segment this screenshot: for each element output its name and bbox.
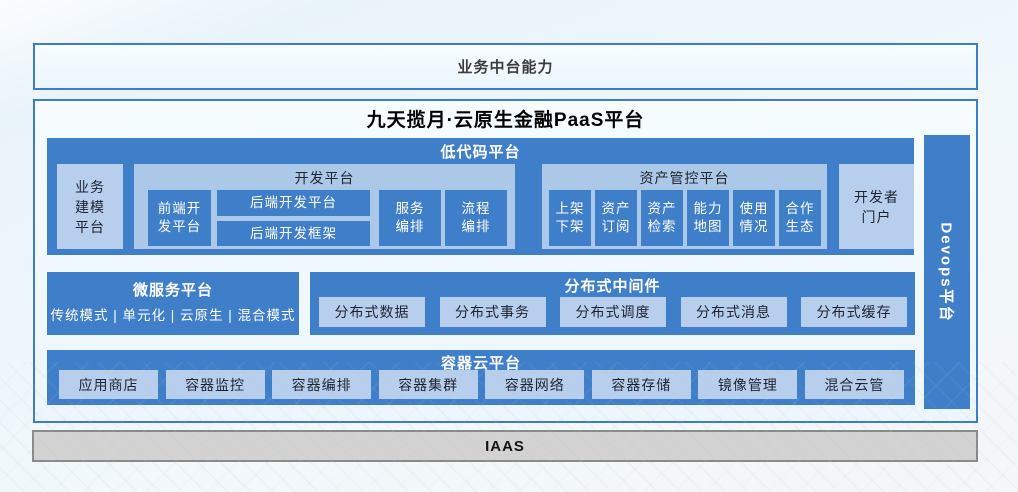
asset-onoff-shelf-box: 上架 下架 [549,190,591,246]
frontend-dev-line: 发平台 [158,218,202,236]
hybrid-cloud-mgmt-box: 混合云管 [805,370,904,399]
asset-subscription-box: 资产 订阅 [595,190,637,246]
lowcode-content-row: 业务 建模 平台 开发平台 前端开 发平台 后端开发平台 [47,164,914,250]
capability-map-box: 能力 地图 [687,190,729,246]
developer-portal-line: 开发者 [854,187,899,207]
backend-dev-framework-label: 后端开发框架 [250,225,337,243]
process-orchestration-box: 流程 编排 [445,190,507,246]
distributed-scheduling-box: 分布式调度 [560,297,666,327]
service-orch-line: 编排 [396,218,425,236]
lowcode-platform-title: 低代码平台 [47,141,914,162]
business-midplatform-banner: 业务中台能力 [33,43,978,90]
image-management-box: 镜像管理 [698,370,797,399]
developer-portal-box: 开发者 门户 [839,164,914,249]
iaas-bar: IAAS [32,430,978,462]
cooperation-ecosystem-box: 合作 生态 [779,190,821,246]
frontend-dev-platform-box: 前端开 发平台 [148,190,211,246]
devops-platform-label: Devops平台 [937,222,958,322]
backend-dev-framework-box: 后端开发框架 [217,221,370,246]
asset-control-title: 资产管控平台 [542,164,827,188]
asset-item-line: 情况 [740,218,769,236]
asset-item-line: 订阅 [602,218,631,236]
business-modeling-line: 平台 [75,217,105,237]
container-orchestration-box: 容器编排 [272,370,371,399]
microservice-platform-box: 微服务平台 传统模式 | 单元化 | 云原生 | 混合模式 [47,272,299,335]
asset-search-box: 资产 检索 [641,190,683,246]
process-orch-line: 流程 [462,200,491,218]
container-monitoring-box: 容器监控 [166,370,265,399]
container-cloud-buttons: 应用商店 容器监控 容器编排 容器集群 容器网络 容器存储 镜像管理 混合云管 [59,370,904,399]
asset-item-line: 下架 [556,218,585,236]
usage-status-box: 使用 情况 [733,190,775,246]
business-modeling-platform-box: 业务 建模 平台 [57,164,123,249]
asset-item-line: 上架 [556,200,585,218]
service-orchestration-box: 服务 编排 [379,190,441,246]
lowcode-platform-box: 低代码平台 业务 建模 平台 开发平台 前端开 发平台 后端开发 [47,138,914,255]
platform-title: 九天揽月·云原生金融PaaS平台 [35,105,976,132]
backend-dev-platform-box: 后端开发平台 [217,190,370,216]
asset-item-line: 合作 [786,200,815,218]
backend-dev-platform-label: 后端开发平台 [250,194,337,212]
frontend-dev-line: 前端开 [158,200,202,218]
dev-platform-panel: 开发平台 前端开 发平台 后端开发平台 后端开发框架 服 [134,164,515,249]
container-network-box: 容器网络 [485,370,584,399]
asset-item-line: 资产 [648,200,677,218]
asset-item-line: 资产 [602,200,631,218]
distributed-middleware-title: 分布式中间件 [310,275,915,296]
process-orch-line: 编排 [462,218,491,236]
architecture-diagram: 业务中台能力 九天揽月·云原生金融PaaS平台 低代码平台 业务 建模 平台 开… [0,0,1018,492]
asset-item-line: 生态 [786,218,815,236]
distributed-message-box: 分布式消息 [681,297,787,327]
distributed-middleware-box: 分布式中间件 分布式数据 分布式事务 分布式调度 分布式消息 分布式缓存 [310,272,915,335]
developer-portal-line: 门户 [862,207,892,227]
app-store-box: 应用商店 [59,370,158,399]
business-midplatform-label: 业务中台能力 [457,56,553,77]
devops-platform-bar: Devops平台 [924,135,970,409]
container-cluster-box: 容器集群 [379,370,478,399]
asset-item-line: 能力 [694,200,723,218]
asset-control-panel: 资产管控平台 上架 下架 资产 订阅 资产 检索 [542,164,827,249]
distributed-data-box: 分布式数据 [319,297,425,327]
asset-item-line: 使用 [740,200,769,218]
microservice-platform-title: 微服务平台 [47,272,299,300]
dev-platform-title: 开发平台 [134,164,515,188]
middleware-buttons: 分布式数据 分布式事务 分布式调度 分布式消息 分布式缓存 [319,297,907,327]
container-storage-box: 容器存储 [592,370,691,399]
distributed-cache-box: 分布式缓存 [801,297,907,327]
asset-control-buttons: 上架 下架 资产 订阅 资产 检索 能力 地图 [549,190,821,246]
iaas-label: IAAS [485,438,525,455]
business-modeling-line: 业务 [75,177,105,197]
service-orch-line: 服务 [396,200,425,218]
distributed-transaction-box: 分布式事务 [440,297,546,327]
microservice-modes-label: 传统模式 | 单元化 | 云原生 | 混合模式 [47,304,299,324]
paas-platform-container: 九天揽月·云原生金融PaaS平台 低代码平台 业务 建模 平台 开发平台 前端开… [33,99,978,423]
container-cloud-platform-box: 容器云平台 应用商店 容器监控 容器编排 容器集群 容器网络 容器存储 镜像管理… [47,350,915,405]
business-modeling-line: 建模 [75,197,105,217]
asset-item-line: 地图 [694,218,723,236]
dev-platform-buttons: 前端开 发平台 后端开发平台 后端开发框架 服务 编排 [134,190,515,246]
asset-item-line: 检索 [648,218,677,236]
